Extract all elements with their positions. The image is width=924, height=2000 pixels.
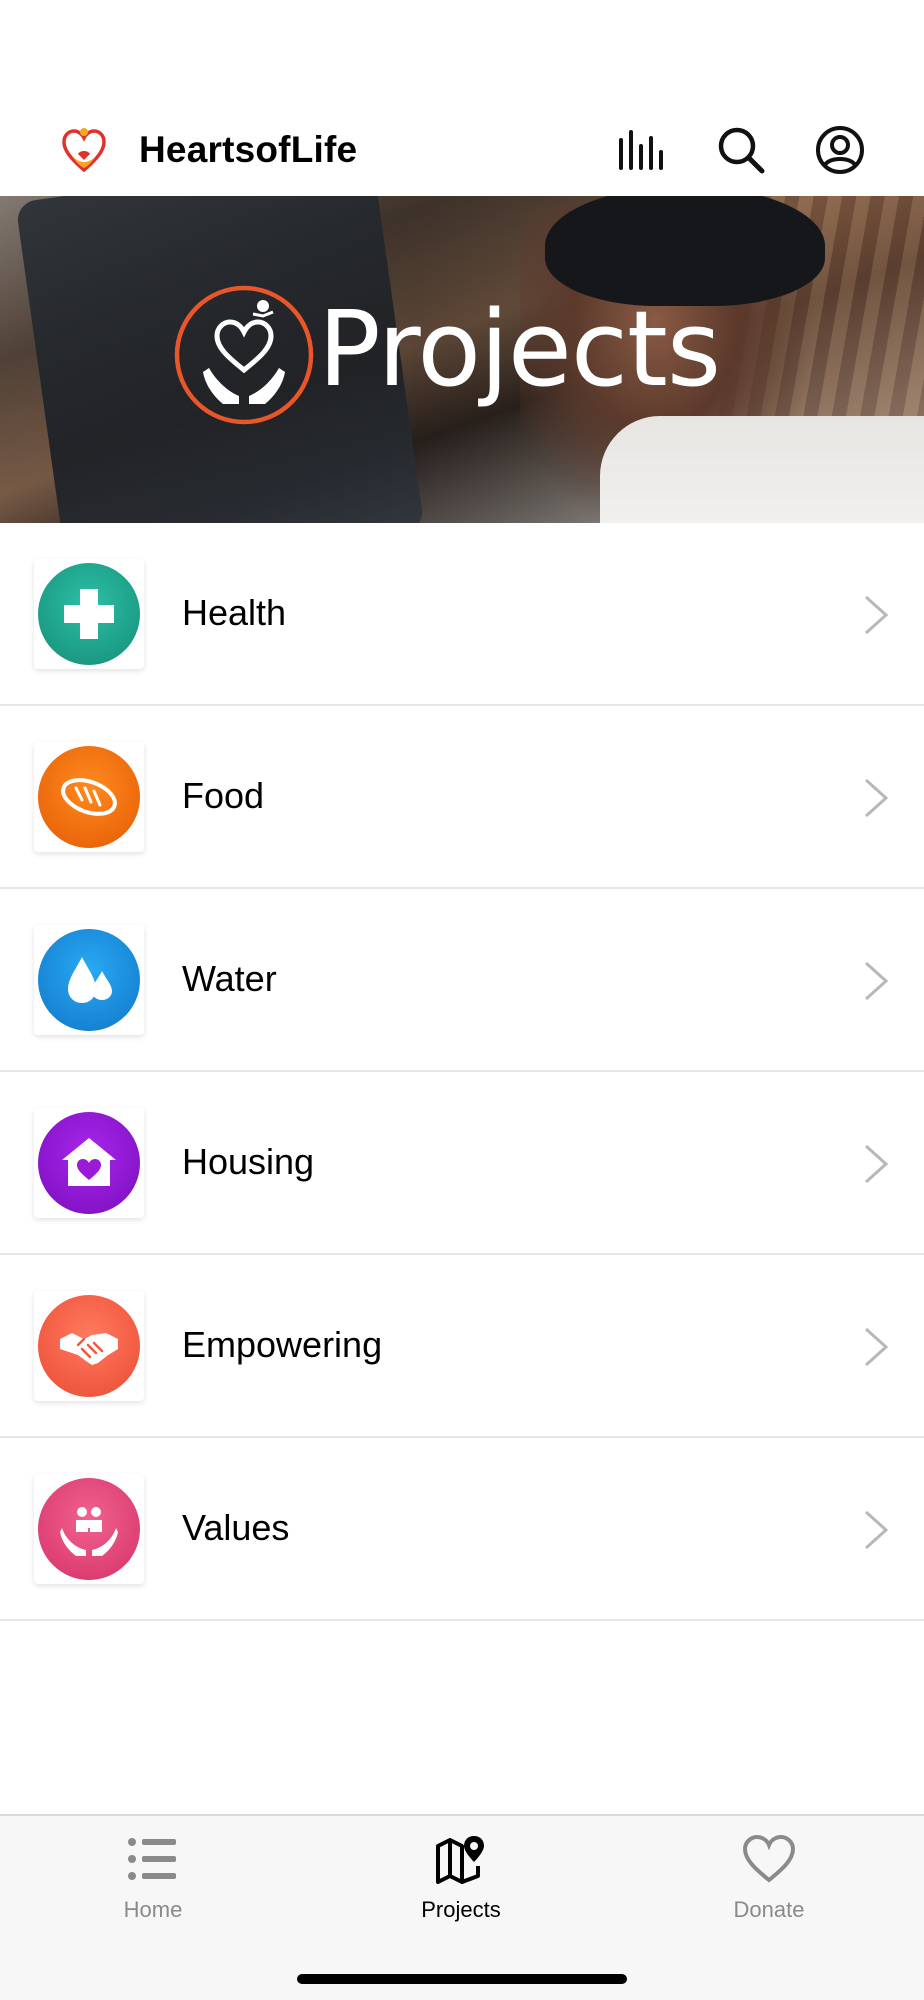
project-item-housing[interactable]: Housing bbox=[0, 1072, 924, 1255]
heart-icon bbox=[742, 1834, 796, 1883]
tab-donate[interactable]: Donate bbox=[669, 1832, 869, 1932]
status-bar bbox=[0, 0, 924, 96]
chevron-right-icon bbox=[864, 1510, 889, 1550]
app-header: HeartsofLife bbox=[0, 96, 924, 196]
chevron-right-icon bbox=[864, 961, 889, 1001]
project-label: Water bbox=[182, 958, 277, 999]
heart-hands-logo bbox=[174, 285, 314, 425]
project-item-food[interactable]: Food bbox=[0, 706, 924, 889]
banner-title: Projects bbox=[318, 288, 721, 410]
project-label: Empowering bbox=[182, 1324, 383, 1365]
tab-projects[interactable]: Projects bbox=[361, 1832, 561, 1932]
banner-photo-coat bbox=[600, 416, 924, 523]
project-label: Housing bbox=[182, 1141, 315, 1182]
family-hands-icon bbox=[38, 1478, 140, 1580]
project-label: Values bbox=[182, 1507, 290, 1548]
map-pin-icon bbox=[436, 1836, 484, 1884]
house-heart-icon bbox=[38, 1112, 140, 1214]
project-icon-frame bbox=[34, 742, 144, 852]
project-item-values[interactable]: Values bbox=[0, 1438, 924, 1621]
chevron-right-icon bbox=[864, 1327, 889, 1367]
account-icon[interactable] bbox=[812, 122, 868, 178]
project-icon-frame bbox=[34, 559, 144, 669]
tab-label: Home bbox=[123, 1897, 183, 1922]
project-item-health[interactable]: Health bbox=[0, 523, 924, 706]
project-label: Food bbox=[182, 775, 265, 816]
project-icon-frame bbox=[34, 1291, 144, 1401]
projects-banner: Projects bbox=[0, 196, 924, 523]
project-icon-frame bbox=[34, 1474, 144, 1584]
project-icon-frame bbox=[34, 925, 144, 1035]
project-icon-frame bbox=[34, 1108, 144, 1218]
app-title: HeartsofLife bbox=[139, 129, 358, 170]
projects-list: Health Food Water Housing Empowering Val… bbox=[0, 523, 924, 1621]
water-drops-icon bbox=[38, 929, 140, 1031]
tab-home[interactable]: Home bbox=[53, 1832, 253, 1932]
handshake-icon bbox=[38, 1295, 140, 1397]
bread-icon bbox=[38, 746, 140, 848]
project-label: Health bbox=[182, 592, 287, 633]
project-item-water[interactable]: Water bbox=[0, 889, 924, 1072]
hearts-of-life-logo bbox=[62, 128, 106, 173]
search-icon[interactable] bbox=[713, 122, 769, 178]
tab-label: Donate bbox=[733, 1897, 805, 1922]
bar-chart-icon[interactable] bbox=[613, 122, 669, 178]
home-indicator bbox=[297, 1974, 627, 1984]
chevron-right-icon bbox=[864, 1144, 889, 1184]
chevron-right-icon bbox=[864, 595, 889, 635]
tab-bar: Home Projects Donate bbox=[0, 1814, 924, 2000]
list-icon bbox=[128, 1838, 176, 1880]
tab-label: Projects bbox=[421, 1897, 501, 1922]
medical-cross-icon bbox=[38, 563, 140, 665]
chevron-right-icon bbox=[864, 778, 889, 818]
project-item-empowering[interactable]: Empowering bbox=[0, 1255, 924, 1438]
